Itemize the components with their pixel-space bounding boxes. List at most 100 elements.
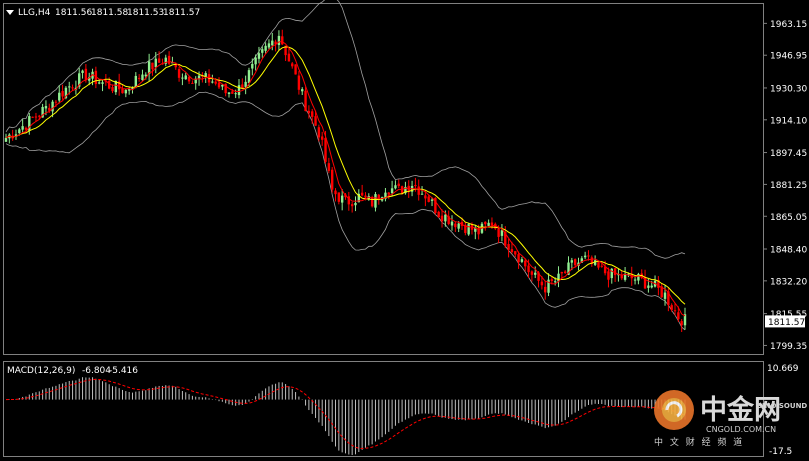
candle-body — [587, 255, 590, 257]
candle — [683, 307, 687, 330]
candle-body — [181, 77, 184, 79]
candle — [500, 224, 504, 242]
candle-body — [444, 214, 447, 222]
candle-body — [570, 260, 574, 263]
candle-body — [44, 106, 48, 109]
candle — [557, 266, 560, 288]
candle — [181, 73, 184, 86]
candle — [544, 280, 547, 300]
candle-body — [370, 197, 374, 207]
candle-body — [360, 192, 364, 196]
candle-body — [291, 63, 294, 67]
candle — [201, 72, 204, 83]
candle-body — [394, 185, 397, 189]
candle — [311, 108, 314, 124]
candle — [241, 78, 244, 90]
macd-main-value: -6.804 — [82, 366, 111, 376]
candle — [117, 73, 121, 96]
bollinger-lower — [5, 91, 686, 331]
candle — [8, 133, 11, 144]
candle — [297, 71, 301, 95]
symbol-dropdown-icon[interactable] — [6, 10, 14, 15]
candle-body — [490, 222, 494, 226]
candle-body — [597, 262, 600, 268]
ohlc-open: 1811.56 — [55, 8, 92, 18]
candle-body — [271, 40, 274, 46]
candle-body — [311, 111, 314, 117]
candle — [354, 196, 357, 212]
candle — [237, 79, 241, 99]
candle-body — [4, 137, 8, 142]
candle-body — [217, 82, 221, 88]
candle-body — [324, 137, 327, 162]
candle-body — [58, 92, 61, 101]
candle-body — [420, 193, 424, 195]
candle-body — [251, 63, 254, 69]
candle — [304, 86, 307, 112]
candle — [164, 54, 167, 67]
candle-body — [390, 188, 394, 194]
candle-body — [124, 89, 128, 94]
candle-body — [374, 194, 377, 208]
candle-body — [84, 68, 88, 81]
price-tick-label: 1897.45 — [770, 149, 807, 159]
chart-canvas: 1963.15 1946.95 1930.30 1914.10 1897.45 1881.… — [3, 0, 807, 457]
candle-body — [61, 90, 64, 97]
candle-body — [134, 75, 138, 88]
candle-body — [387, 192, 390, 195]
candle-body — [267, 43, 271, 48]
candle — [287, 48, 291, 62]
candle-body — [254, 57, 257, 65]
candle — [487, 219, 490, 227]
candle — [277, 30, 281, 50]
candle-body — [527, 265, 530, 273]
price-tick-label: 1930.30 — [770, 84, 807, 94]
candle — [321, 131, 324, 146]
candle — [251, 58, 254, 76]
candle-body — [650, 285, 653, 288]
candle — [514, 250, 517, 258]
candle-body — [167, 55, 171, 64]
candle — [653, 275, 657, 288]
candle-body — [304, 90, 307, 112]
candle-body — [297, 75, 301, 90]
candle-body — [247, 70, 251, 83]
watermark-domain: CNGOLD.COM.CN — [706, 425, 776, 434]
candle — [81, 69, 84, 79]
candle — [437, 210, 440, 218]
candle — [301, 87, 304, 96]
candle-body — [440, 215, 444, 222]
candle — [467, 223, 470, 236]
candle-body — [680, 321, 683, 326]
candle — [177, 66, 181, 82]
candle-body — [314, 116, 317, 126]
candle-body — [437, 211, 440, 218]
candle-body — [157, 58, 161, 63]
macd-label: MACD(12,26,9) — [7, 366, 75, 376]
candle-body — [197, 75, 201, 79]
candle — [613, 267, 617, 283]
candle — [507, 238, 510, 258]
candle — [347, 191, 351, 211]
candle — [294, 64, 297, 75]
candle-body — [54, 101, 58, 103]
candle-body — [424, 195, 427, 199]
candle-body — [151, 62, 154, 70]
candle — [417, 179, 420, 201]
price-panel-frame — [3, 3, 764, 355]
candle-body — [211, 81, 214, 83]
candle — [590, 255, 594, 267]
candle-body — [111, 87, 114, 92]
candle-body — [530, 271, 534, 275]
watermark-brand: 中金网 — [700, 394, 781, 426]
candle-body — [520, 259, 524, 262]
candle-body — [633, 279, 637, 281]
bollinger-bands — [5, 0, 686, 331]
candle — [291, 61, 294, 69]
candle-body — [670, 305, 673, 310]
candle-body — [450, 221, 454, 226]
candle-body — [487, 222, 490, 226]
candle-body — [454, 223, 457, 228]
candle — [101, 79, 104, 92]
macd-series — [5, 377, 686, 456]
